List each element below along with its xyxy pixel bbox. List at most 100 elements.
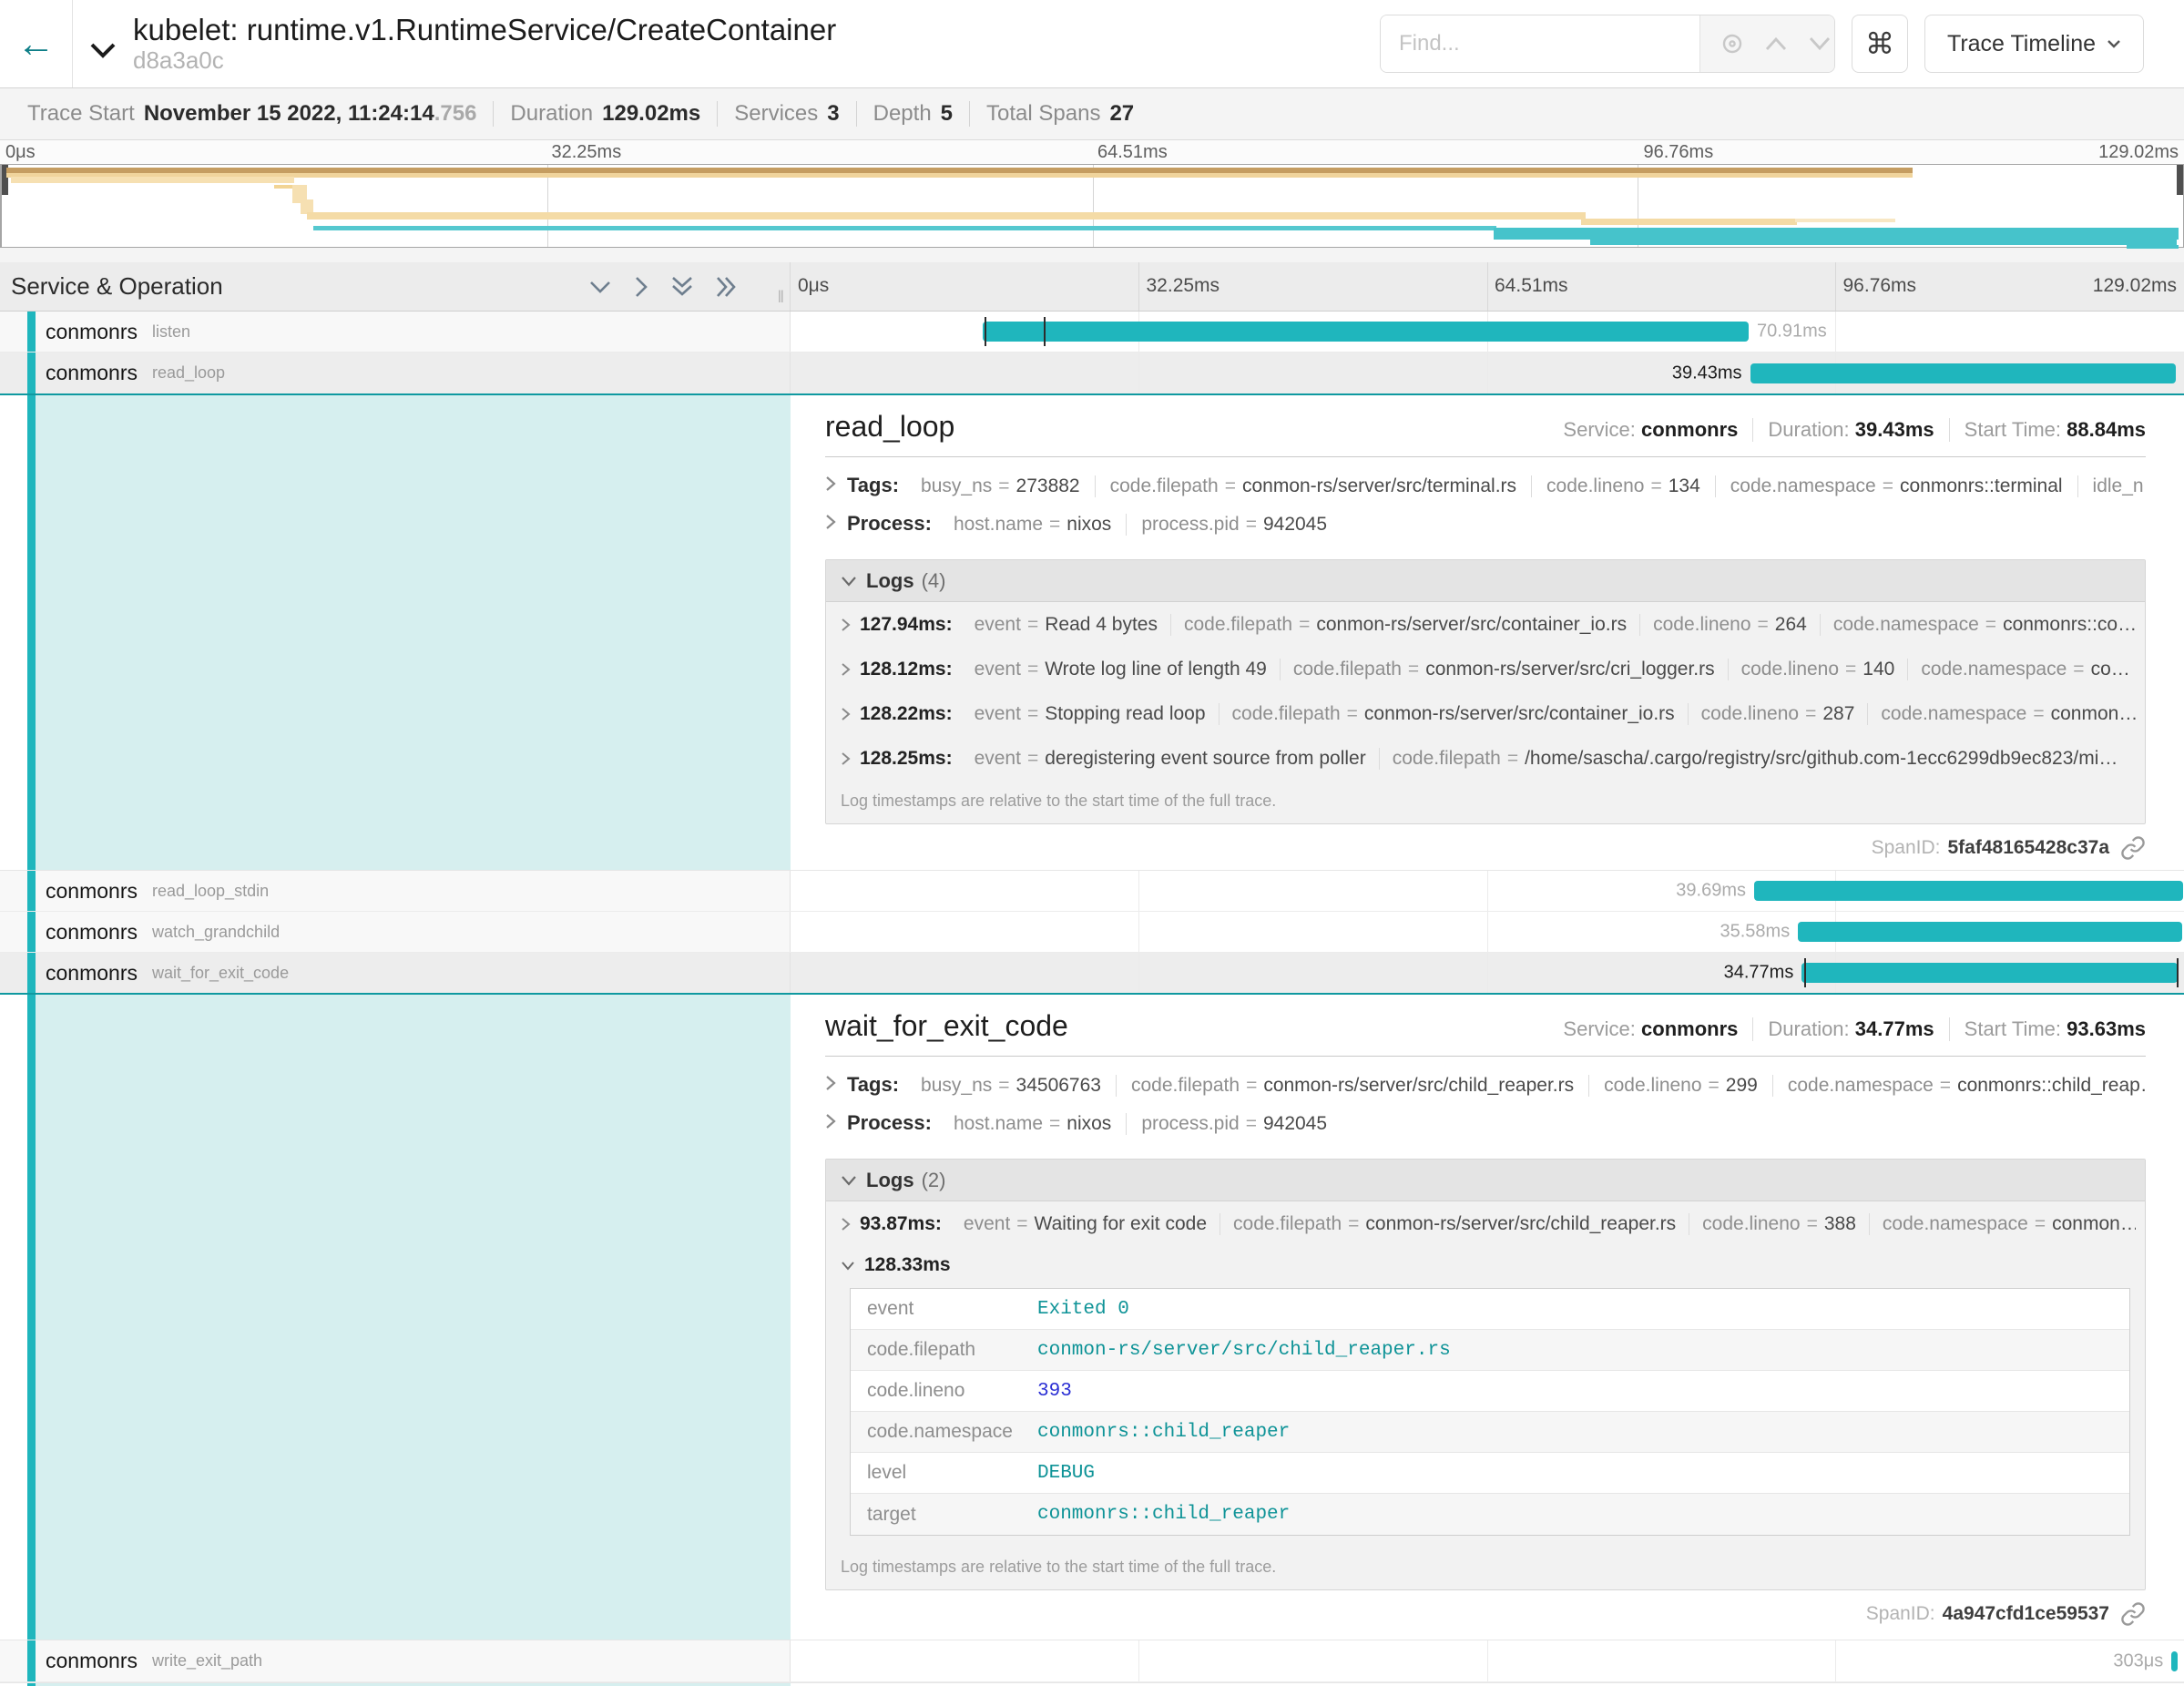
log-detail-row: code.namespace conmonrs::child_reaper [851, 1412, 2129, 1453]
span-row-left[interactable]: conmonrs watch_grandchild [0, 912, 791, 952]
keyboard-shortcuts-button[interactable]: ⌘ [1852, 15, 1908, 73]
collapse-controls [587, 274, 781, 300]
trace-collapse-chevron-icon[interactable] [89, 42, 117, 58]
detail-start-time: Start Time: 93.63ms [1949, 1017, 2146, 1041]
trace-view-label: Trace Timeline [1947, 31, 2096, 57]
chevron-right-icon [825, 1113, 836, 1129]
minimap-span [11, 177, 294, 183]
span-bar[interactable] [1801, 963, 2177, 983]
next-match-icon[interactable] [1808, 36, 1832, 52]
span-row-left[interactable]: conmonrs read_loop [0, 353, 791, 393]
span-row-listen[interactable]: conmonrs listen 70.91ms [0, 312, 2184, 353]
column-resizer-handle[interactable]: ‖ [778, 288, 784, 307]
span-row-left[interactable]: conmonrs read_loop_stdin [0, 871, 791, 911]
log-entry[interactable]: 93.87ms: event=Waiting for exit code cod… [826, 1201, 2145, 1246]
find-input[interactable] [1381, 15, 1699, 72]
log-entry[interactable]: 128.12ms: event=Wrote log line of length… [826, 647, 2145, 691]
find-group [1380, 15, 1835, 73]
tag-item: code.namespace=conmonrs::child_reap… [1772, 1075, 2146, 1097]
process-row[interactable]: Process: host.name=nixos process.pid=942… [825, 1111, 2146, 1150]
span-operation: write_exit_path [152, 1651, 262, 1671]
span-bar[interactable] [1754, 881, 2183, 901]
span-bar[interactable] [1750, 363, 2177, 383]
log-entry-expanded-header[interactable]: 128.33ms [826, 1246, 2145, 1284]
service-operation-title: Service & Operation [11, 272, 223, 301]
span-id-row: SpanID: 4a947cfd1ce59537 [825, 1601, 2146, 1627]
minimap-span [2127, 245, 2179, 249]
chevron-right-icon [841, 662, 851, 677]
process-item: host.name=nixos [939, 514, 1126, 536]
minimap-tick-labels: 0μs 32.25ms 64.51ms 96.76ms 129.02ms [0, 140, 2184, 164]
tags-row[interactable]: Tags: busy_ns=273882 code.filepath=conmo… [825, 474, 2146, 512]
command-icon: ⌘ [1865, 26, 1894, 61]
span-operation: wait_for_exit_code [152, 964, 289, 983]
log-entry[interactable]: 127.94ms: event=Read 4 bytes code.filepa… [826, 602, 2145, 647]
locate-icon[interactable] [1720, 32, 1744, 56]
page-header: ← kubelet: runtime.v1.RuntimeService/Cre… [0, 0, 2184, 88]
detail-meta: Service: conmonrs Duration: 34.77ms Star… [1548, 1017, 2146, 1041]
span-row-read-loop-stdin[interactable]: conmonrs read_loop_stdin 39.69ms [0, 871, 2184, 912]
trace-timeline-page: ← kubelet: runtime.v1.RuntimeService/Cre… [0, 0, 2184, 1686]
process-row[interactable]: Process: host.name=nixos process.pid=942… [825, 512, 2146, 550]
trace-id: d8a3a0c [133, 47, 836, 75]
logs-footer-note: Log timestamps are relative to the start… [826, 1547, 2145, 1589]
collapse-all-icon[interactable] [669, 275, 695, 299]
log-entry[interactable]: 128.25ms: event=deregistering event sour… [826, 736, 2145, 781]
span-row-timeline[interactable]: 34.77ms [791, 953, 2184, 993]
minimap-span [307, 212, 1585, 220]
span-color-bar [27, 995, 36, 1640]
span-duration-label: 35.58ms [1711, 922, 1798, 943]
span-operation: read_loop_stdin [152, 882, 269, 901]
logs-header[interactable]: Logs (4) [826, 560, 2145, 602]
log-marker-tick [1804, 958, 1806, 987]
minimap-right-handle[interactable] [2177, 165, 2183, 195]
trace-summary-bar: Trace Start November 15 2022, 11:24:14.7… [0, 88, 2184, 140]
link-icon[interactable] [2120, 1601, 2146, 1627]
span-row-read-loop[interactable]: conmonrs read_loop 39.43ms [0, 353, 2184, 395]
chevron-right-icon [841, 618, 851, 632]
span-row-left[interactable]: conmonrs wait_for_exit_code [0, 953, 791, 993]
logs-footer-note: Log timestamps are relative to the start… [826, 781, 2145, 823]
logs-section: Logs (4) 127.94ms: event=Read 4 bytes co… [825, 559, 2146, 824]
trace-services: Services 3 [717, 101, 855, 127]
minimap-canvas[interactable] [0, 164, 2184, 248]
chevron-right-icon [841, 1217, 851, 1231]
span-bar[interactable] [1798, 922, 2182, 942]
expand-all-icon[interactable] [715, 274, 739, 300]
span-color-bar [27, 353, 36, 393]
span-row-wait-for-exit-code[interactable]: conmonrs wait_for_exit_code 34.77ms [0, 953, 2184, 995]
span-row-timeline[interactable]: 303μs [791, 1640, 2184, 1681]
trace-duration: Duration 129.02ms [493, 101, 717, 127]
log-entry[interactable]: 128.22ms: event=Stopping read loop code.… [826, 691, 2145, 736]
trace-view-selector[interactable]: Trace Timeline [1924, 15, 2144, 73]
trace-total-spans: Total Spans 27 [969, 101, 1150, 127]
span-bar[interactable] [2171, 1651, 2178, 1671]
span-row-left[interactable]: conmonrs write_exit_path [0, 1640, 791, 1681]
prev-match-icon[interactable] [1764, 36, 1788, 52]
detail-divider [825, 1056, 2146, 1057]
span-service: conmonrs [46, 879, 138, 904]
detail-start-time: Start Time: 88.84ms [1949, 418, 2146, 442]
detail-gutter [36, 995, 791, 1640]
span-bar[interactable] [983, 322, 1749, 342]
span-row-watch-grandchild[interactable]: conmonrs watch_grandchild 35.58ms [0, 912, 2184, 953]
back-button[interactable]: ← [0, 0, 73, 87]
span-color-bar [27, 912, 36, 952]
span-row-timeline[interactable]: 39.69ms [791, 871, 2184, 911]
span-row-write-exit-path[interactable]: conmonrs write_exit_path 303μs [0, 1640, 2184, 1682]
span-row-timeline[interactable]: 39.43ms [791, 353, 2184, 393]
trace-title-block: kubelet: runtime.v1.RuntimeService/Creat… [133, 13, 836, 75]
tag-item: idle_n… [2077, 475, 2146, 497]
link-icon[interactable] [2120, 835, 2146, 861]
span-color-bar [27, 953, 36, 993]
expand-one-icon[interactable] [633, 274, 649, 300]
span-row-left[interactable]: conmonrs listen [0, 312, 791, 352]
collapse-one-icon[interactable] [587, 279, 613, 295]
logs-header[interactable]: Logs (2) [826, 1160, 2145, 1201]
span-row-timeline[interactable]: 35.58ms [791, 912, 2184, 952]
tags-row[interactable]: Tags: busy_ns=34506763 code.filepath=con… [825, 1073, 2146, 1111]
span-detail-read-loop: read_loop Service: conmonrs Duration: 39… [0, 395, 2184, 871]
span-row-timeline[interactable]: 70.91ms [791, 312, 2184, 352]
logs-section: Logs (2) 93.87ms: event=Waiting for exit… [825, 1159, 2146, 1590]
detail-title: read_loop [825, 410, 954, 444]
